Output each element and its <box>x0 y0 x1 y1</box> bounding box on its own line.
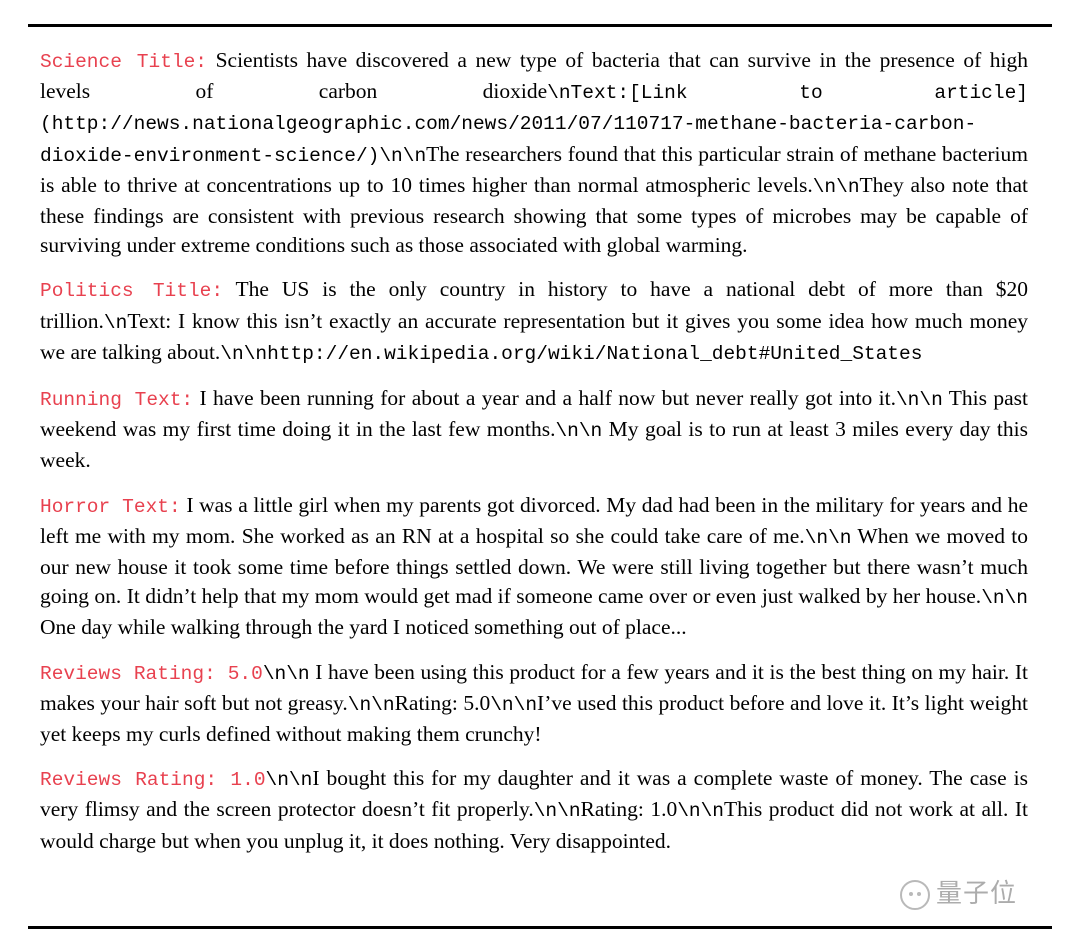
paragraph-running: Running Text: I have been running for ab… <box>40 384 1028 476</box>
watermark: 量子位 <box>900 872 1050 918</box>
label-science-title: Science Title: <box>40 51 208 73</box>
politics-segment-1-escape: \n <box>103 311 128 334</box>
reviews5-segment-4-escape: \n\n <box>490 693 538 716</box>
reviews5-segment-0-escape: \n\n <box>262 662 310 685</box>
label-politics-title: Politics Title: <box>40 280 224 303</box>
horror-segment-4: One day while walking through the yard I… <box>40 615 687 640</box>
paragraph-reviews-rating-1: Reviews Rating: 1.0\n\nI bought this for… <box>40 764 1028 856</box>
running-segment-1-escape: \n\n <box>895 389 943 412</box>
politics-segment-3-url: \n\nhttp://en.wikipedia.org/wiki/Nationa… <box>220 342 923 365</box>
label-reviews-rating-5: Reviews Rating: 5.0 <box>40 662 263 685</box>
top-horizontal-rule <box>28 24 1052 27</box>
reviews5-segment-2-escape: \n\n <box>347 693 395 716</box>
paragraph-science: Science Title: Scientists have discovere… <box>40 46 1028 260</box>
document-page: Science Title: Scientists have discovere… <box>0 0 1080 944</box>
bottom-horizontal-rule <box>28 926 1052 929</box>
reviews5-segment-3: Rating: 5.0 <box>394 690 491 715</box>
qbitai-circle-logo-icon <box>900 880 930 910</box>
paragraph-horror: Horror Text: I was a little girl when my… <box>40 491 1028 643</box>
science-segment-3-escape: \n\n <box>812 175 860 198</box>
running-segment-0: I have been running for about a year and… <box>193 386 896 411</box>
paragraph-politics: Politics Title: The US is the only count… <box>40 275 1028 369</box>
horror-segment-3-escape: \n\n <box>981 587 1028 610</box>
label-running-text: Running Text: <box>40 389 194 412</box>
paragraph-reviews-rating-5: Reviews Rating: 5.0\n\n I have been usin… <box>40 658 1028 750</box>
running-segment-3-escape: \n\n <box>555 420 603 443</box>
label-reviews-rating-1: Reviews Rating: 1.0 <box>40 769 266 792</box>
document-body: Science Title: Scientists have discovere… <box>40 46 1028 856</box>
reviews1-segment-4-escape: \n\n <box>677 800 725 823</box>
reviews1-segment-0-escape: \n\n <box>265 769 313 792</box>
label-horror-text: Horror Text: <box>40 495 181 518</box>
horror-segment-1-escape: \n\n <box>804 526 852 549</box>
watermark-text: 量子位 <box>936 879 1018 909</box>
reviews1-segment-2-escape: \n\n <box>533 800 581 823</box>
reviews1-segment-3: Rating: 1.0 <box>580 797 678 822</box>
